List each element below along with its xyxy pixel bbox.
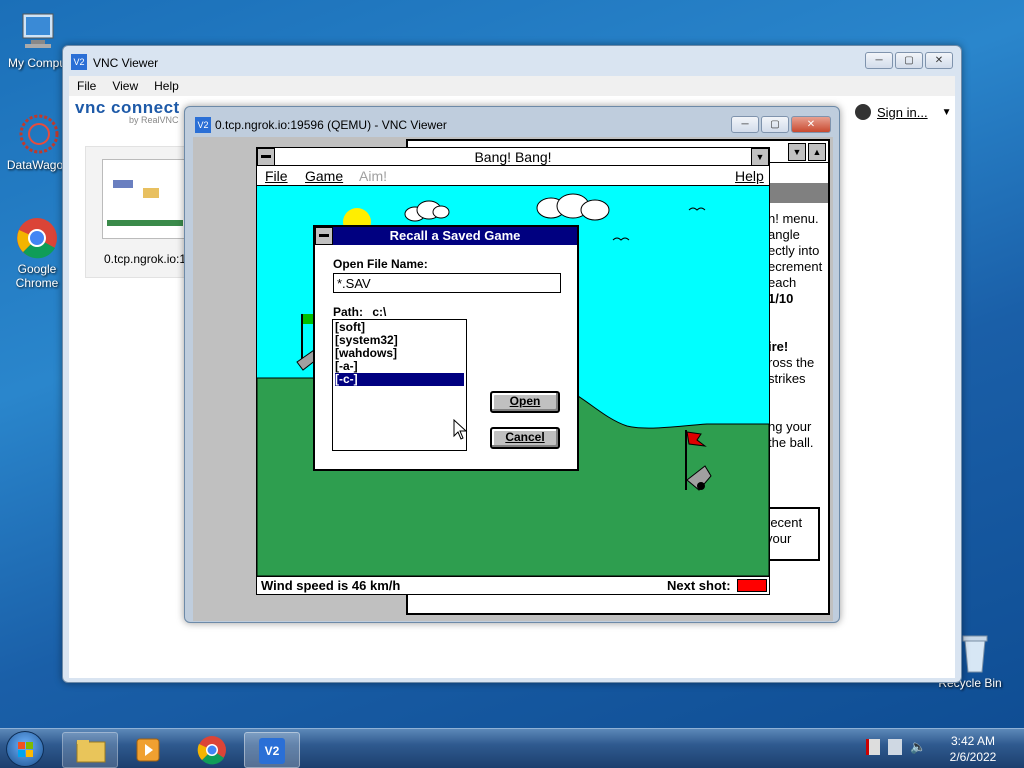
vnc-session-icon: V2 <box>195 117 211 133</box>
directory-listbox[interactable]: [soft] [system32] [wahdows] [-a-] [-c-] <box>332 319 467 451</box>
remote-screen[interactable]: ▼ ▲ n! menu. angle ectly into ecrement e… <box>193 137 833 621</box>
chrome-icon <box>197 736 226 765</box>
close-button[interactable]: ✕ <box>791 116 831 133</box>
right-cannon-wheel <box>697 482 705 490</box>
dialog-title: Recall a Saved Game <box>333 227 577 245</box>
vnc-logo: vnc connect by RealVNC <box>75 98 180 125</box>
filename-input[interactable] <box>333 273 561 293</box>
next-shot-swatch <box>737 579 767 592</box>
windows-logo-icon <box>18 742 33 757</box>
action-center-icon[interactable] <box>866 739 880 755</box>
taskbar-explorer[interactable] <box>62 732 118 768</box>
cloud <box>404 200 450 222</box>
start-button[interactable] <box>6 731 44 767</box>
thumbnail-label: 0.tcp.ngrok.io:1 <box>104 252 187 266</box>
path-value: c:\ <box>372 305 387 319</box>
bang-menu-game[interactable]: Game <box>305 166 343 186</box>
clock-time: 3:42 AM <box>950 734 996 748</box>
recall-dialog: ▬ Recall a Saved Game Open File Name: Pa… <box>313 225 579 471</box>
menu-view[interactable]: View <box>112 76 138 96</box>
mouse-cursor-icon <box>453 419 468 440</box>
user-icon <box>855 104 871 120</box>
tray-icons: 🔈 <box>866 739 926 755</box>
bang-title: Bang! Bang! <box>275 148 751 166</box>
help-scroll-down-icon[interactable]: ▼ <box>788 143 806 161</box>
media-player-icon <box>136 738 160 762</box>
datawagon-icon <box>15 112 59 156</box>
session-window-controls: ─ ▢ ✕ <box>731 116 831 133</box>
path-row: Path: c:\ <box>333 305 386 319</box>
bird <box>612 237 630 241</box>
vnc-icon: V2 <box>259 738 285 764</box>
desktop-icon-label: Google Chrome <box>15 262 59 290</box>
close-button[interactable]: ✕ <box>925 52 953 69</box>
sign-in-button[interactable]: Sign in... ▼ <box>855 104 952 120</box>
vnc-app-icon: V2 <box>71 54 87 70</box>
help-scroll-up-icon[interactable]: ▲ <box>808 143 826 161</box>
bang-menubar: File Game Aim! Help <box>257 166 769 186</box>
taskbar-vnc-viewer[interactable]: V2 <box>244 732 300 768</box>
taskbar: V2 🔈 3:42 AM 2/6/2022 <box>0 728 1024 768</box>
volume-icon[interactable]: 🔈 <box>910 739 926 755</box>
vnc-menubar: File View Help <box>69 76 955 96</box>
right-flag-pole <box>685 430 687 490</box>
help-text-fragments: n! menu. angle ectly into ecrement each … <box>768 211 823 450</box>
cancel-button[interactable]: Cancel <box>490 427 560 449</box>
open-file-name-label: Open File Name: <box>333 257 428 271</box>
minimize-button[interactable]: ─ <box>731 116 759 133</box>
clock[interactable]: 3:42 AM 2/6/2022 <box>940 733 1006 765</box>
bang-menu-help[interactable]: Help <box>735 166 764 186</box>
taskbar-chrome[interactable] <box>184 732 240 768</box>
bird <box>688 207 706 211</box>
bang-menu-file[interactable]: File <box>265 166 288 186</box>
vnc-session-window: V2 0.tcp.ngrok.io:19596 (QEMU) - VNC Vie… <box>184 106 840 623</box>
bang-minimize-icon[interactable]: ▼ <box>751 148 769 166</box>
list-item-selected[interactable]: [-c-] <box>335 373 464 386</box>
chevron-down-icon: ▼ <box>941 106 952 118</box>
bang-system-menu-icon[interactable]: ▬ <box>257 148 275 166</box>
menu-file[interactable]: File <box>77 76 96 96</box>
open-button[interactable]: Open <box>490 391 560 413</box>
left-flag <box>303 314 313 324</box>
clock-date: 2/6/2022 <box>949 750 997 764</box>
network-icon[interactable] <box>888 739 902 755</box>
window-controls: ─ ▢ ✕ <box>865 52 953 69</box>
cloud <box>536 193 610 221</box>
chrome-icon <box>15 216 59 260</box>
bang-menu-aim[interactable]: Aim! <box>359 166 387 186</box>
connection-thumbnail[interactable]: 0.tcp.ngrok.io:1 <box>85 146 195 278</box>
minimize-button[interactable]: ─ <box>865 52 893 69</box>
maximize-button[interactable]: ▢ <box>895 52 923 69</box>
path-label: Path: <box>333 305 363 319</box>
dialog-system-menu-icon[interactable]: ▬ <box>315 227 333 245</box>
bang-statusbar: Wind speed is 46 km/h Next shot: <box>257 576 769 594</box>
next-shot-label: Next shot: <box>667 578 731 593</box>
help-header-bar <box>768 183 828 203</box>
wind-speed-text: Wind speed is 46 km/h <box>261 578 401 593</box>
maximize-button[interactable]: ▢ <box>761 116 789 133</box>
taskbar-media-player[interactable] <box>122 732 178 768</box>
computer-icon <box>15 10 59 54</box>
vnc-window-title: VNC Viewer <box>93 56 159 70</box>
vnc-session-title: 0.tcp.ngrok.io:19596 (QEMU) - VNC Viewer <box>215 118 447 132</box>
folder-icon <box>76 740 106 763</box>
thumbnail-preview <box>102 159 186 239</box>
menu-help[interactable]: Help <box>154 76 179 96</box>
